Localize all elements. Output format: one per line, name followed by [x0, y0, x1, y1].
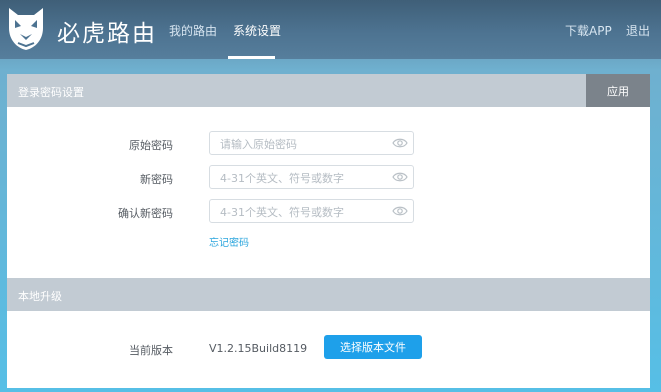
eye-icon[interactable]: [392, 137, 408, 149]
eye-icon[interactable]: [392, 171, 408, 183]
original-password-label: 原始密码: [129, 139, 173, 152]
confirm-password-input[interactable]: [218, 200, 392, 224]
tiger-head-icon[interactable]: [5, 6, 47, 51]
upgrade-section-header: 本地升级: [7, 278, 650, 311]
new-password-field[interactable]: [209, 165, 414, 190]
select-firmware-file-button[interactable]: 选择版本文件: [324, 335, 422, 359]
original-password-input[interactable]: [218, 132, 392, 156]
top-header: 必虎路由 我的路由 系统设置 下载APP 退出: [0, 0, 661, 59]
nav-active-indicator: [228, 56, 275, 59]
eye-icon[interactable]: [392, 205, 408, 217]
nav-my-router[interactable]: 我的路由: [169, 22, 217, 39]
current-version-label: 当前版本: [129, 344, 173, 357]
upgrade-section-title: 本地升级: [18, 290, 62, 303]
brand-name: 必虎路由: [57, 21, 157, 47]
forgot-password-link[interactable]: 忘记密码: [209, 234, 249, 249]
original-password-field[interactable]: [209, 131, 414, 156]
confirm-password-label: 确认新密码: [118, 207, 173, 220]
logout-link[interactable]: 退出: [626, 22, 650, 39]
new-password-input[interactable]: [218, 166, 392, 190]
new-password-label: 新密码: [140, 173, 173, 186]
settings-card: 登录密码设置 应用 原始密码 新密码 确认新密码 忘记密码 本地升级 当前版本 …: [7, 74, 650, 388]
password-section-header: 登录密码设置 应用: [7, 74, 650, 107]
nav-system-settings[interactable]: 系统设置: [233, 22, 281, 39]
password-section-title: 登录密码设置: [18, 86, 84, 99]
download-app-link[interactable]: 下载APP: [565, 22, 612, 39]
apply-button[interactable]: 应用: [586, 74, 650, 107]
confirm-password-field[interactable]: [209, 199, 414, 224]
current-version-value: V1.2.15Build8119: [209, 342, 308, 355]
